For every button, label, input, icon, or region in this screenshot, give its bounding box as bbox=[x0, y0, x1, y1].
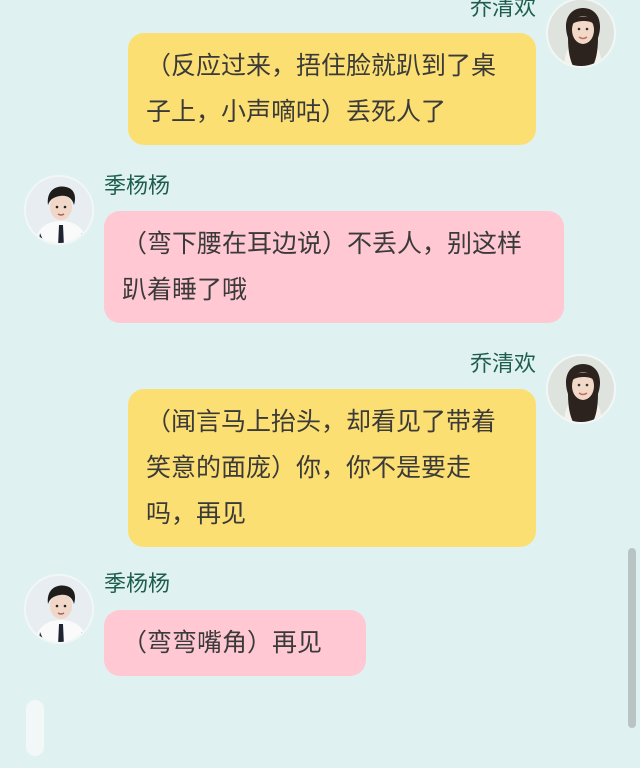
male-avatar-icon[interactable] bbox=[24, 175, 94, 245]
message-bubble[interactable]: （弯下腰在耳边说）不丢人，别这样趴着睡了哦 bbox=[104, 211, 564, 323]
sender-name: 季杨杨 bbox=[104, 174, 171, 199]
sender-name: 季杨杨 bbox=[104, 572, 171, 597]
chat-view: 乔清欢 （反应过来，捂住脸就趴到了桌子上，小声嘀咕）丢死人了 季杨杨 （弯下腰在… bbox=[0, 0, 640, 768]
female-avatar-icon[interactable] bbox=[546, 0, 616, 68]
message-bubble[interactable]: （反应过来，捂住脸就趴到了桌子上，小声嘀咕）丢死人了 bbox=[128, 33, 536, 145]
sender-name: 乔清欢 bbox=[469, 352, 536, 377]
message-bubble[interactable]: （闻言马上抬头，却看见了带着笑意的面庞）你，你不是要走吗，再见 bbox=[128, 389, 536, 547]
sender-name: 乔清欢 bbox=[469, 0, 536, 21]
message-bubble[interactable]: （弯弯嘴角）再见 bbox=[104, 610, 366, 676]
edge-handle[interactable] bbox=[26, 700, 44, 756]
scrollbar[interactable] bbox=[628, 548, 636, 728]
female-avatar-icon[interactable] bbox=[546, 354, 616, 424]
male-avatar-icon[interactable] bbox=[24, 574, 94, 644]
